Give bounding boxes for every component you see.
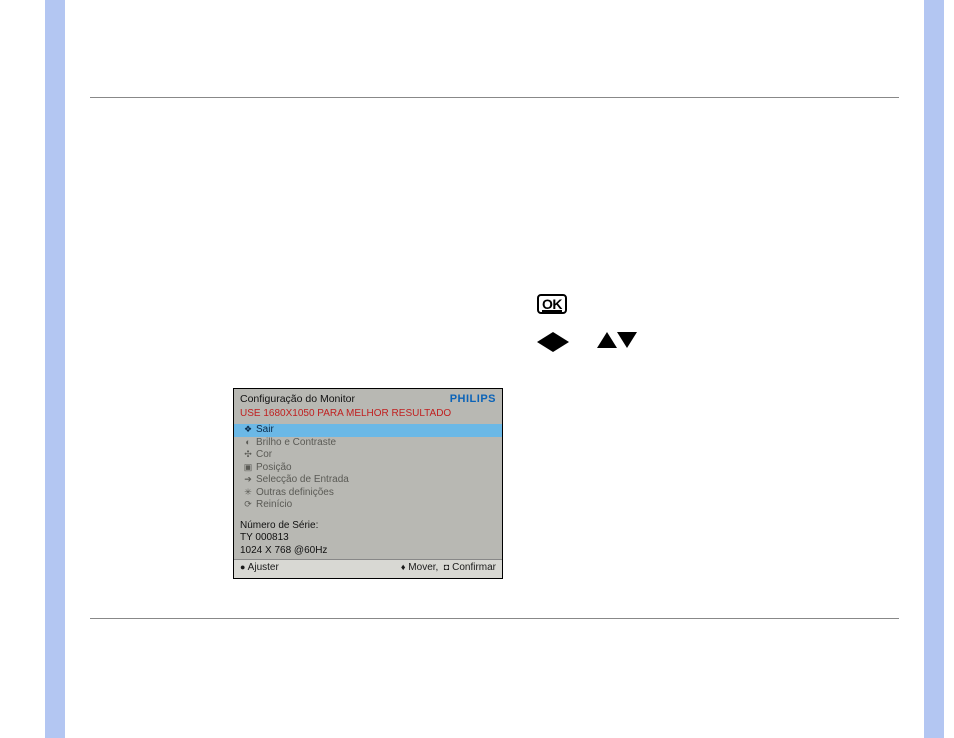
osd-item-icon: ◐ bbox=[242, 437, 254, 448]
control-icons-block: OK bbox=[537, 294, 637, 352]
left-right-arrows-icon bbox=[537, 332, 569, 352]
osd-recommendation-text: USE 1680X1050 PARA MELHOR RESULTADO bbox=[234, 408, 502, 423]
osd-menu-item: ✣Cor bbox=[240, 449, 496, 462]
osd-item-label: Sair bbox=[256, 424, 274, 435]
ok-button-icon: OK bbox=[537, 294, 567, 314]
osd-menu-item: ✳Outras definições bbox=[240, 487, 496, 500]
osd-serial-label: Número de Série: bbox=[240, 520, 496, 533]
osd-menu-item: ⟳Reinício bbox=[240, 499, 496, 512]
osd-menu-list: ❖Sair◐Brilho e Contraste✣Cor▣Posição➔Sel… bbox=[234, 422, 502, 515]
document-page: OK Configuração do Monitor PHILIPS USE 1… bbox=[65, 0, 924, 738]
osd-item-icon: ✣ bbox=[242, 449, 254, 460]
osd-item-label: Cor bbox=[256, 449, 272, 460]
osd-item-label: Selecção de Entrada bbox=[256, 474, 349, 485]
osd-item-label: Posição bbox=[256, 462, 292, 473]
osd-title: Configuração do Monitor bbox=[240, 393, 355, 406]
osd-menu-item: ◐Brilho e Contraste bbox=[240, 437, 496, 450]
osd-video-mode: 1024 X 768 @60Hz bbox=[240, 545, 496, 558]
osd-item-icon: ➔ bbox=[242, 474, 254, 485]
osd-menu-item: ▣Posição bbox=[240, 462, 496, 475]
osd-menu-item: ❖Sair bbox=[234, 424, 502, 437]
osd-item-icon: ✳ bbox=[242, 487, 254, 498]
osd-menu-screenshot: Configuração do Monitor PHILIPS USE 1680… bbox=[233, 388, 503, 579]
osd-footer-left: ● Ajuster bbox=[240, 562, 279, 575]
left-decorative-bar bbox=[45, 0, 65, 738]
up-down-arrows-icon bbox=[597, 332, 637, 352]
osd-item-label: Outras definições bbox=[256, 487, 334, 498]
right-decorative-bar bbox=[924, 0, 944, 738]
osd-item-icon: ▣ bbox=[242, 462, 254, 473]
osd-footer-right: ♦ Mover, ◘ Confirmar bbox=[401, 562, 496, 575]
osd-menu-item: ➔Selecção de Entrada bbox=[240, 474, 496, 487]
horizontal-rule-top bbox=[90, 97, 899, 98]
osd-item-label: Brilho e Contraste bbox=[256, 437, 336, 448]
osd-item-label: Reinício bbox=[256, 499, 292, 510]
osd-serial-value: TY 000813 bbox=[240, 532, 496, 545]
osd-item-icon: ❖ bbox=[242, 424, 254, 435]
osd-item-icon: ⟳ bbox=[242, 499, 254, 510]
osd-brand-logo: PHILIPS bbox=[450, 393, 496, 407]
horizontal-rule-bottom bbox=[90, 618, 899, 619]
